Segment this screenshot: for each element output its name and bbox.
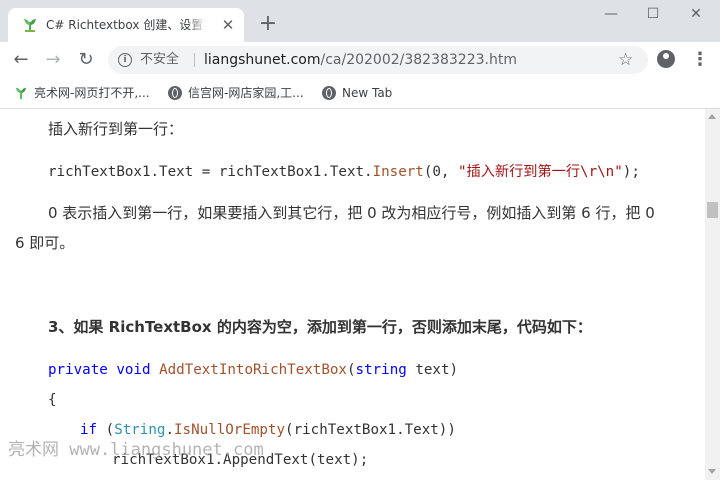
url-path: /ca/202002/382383223.htm	[320, 52, 517, 68]
watermark: 亮术网 www.liangshunet.com	[8, 440, 264, 460]
address-bar[interactable]: 不安全 liangshunet.com/ca/202002/382383223.…	[108, 46, 648, 74]
code-keyword: private	[48, 362, 108, 378]
code-method: Insert	[372, 164, 424, 180]
account-icon[interactable]	[657, 50, 675, 68]
tab-title: C# Richtextbox 创建、设置字体	[46, 17, 206, 33]
bookmark-label: 亮术网-网页打不开,...	[34, 86, 150, 100]
site-favicon-icon	[24, 19, 36, 32]
code-text: );	[622, 164, 640, 180]
maximize-button[interactable]: ☐	[638, 4, 668, 24]
globe-icon	[168, 86, 182, 100]
back-button[interactable]: ←	[9, 48, 33, 72]
scroll-down-icon[interactable]	[708, 469, 716, 474]
url-text[interactable]: liangshunet.com/ca/202002/382383223.htm	[204, 51, 517, 69]
code-line: private void AddTextIntoRichTextBox(stri…	[48, 360, 458, 380]
bookmark-item[interactable]: New Tab	[322, 84, 392, 102]
site-favicon-icon	[15, 87, 27, 100]
scrollbar-thumb[interactable]	[707, 202, 718, 218]
bookmarks-bar: 亮术网-网页打不开,... 信宫网-网店家园,工... New Tab	[0, 78, 720, 109]
url-host: liangshunet.com	[204, 52, 321, 68]
bookmark-item[interactable]: 亮术网-网页打不开,...	[14, 84, 150, 102]
paragraph: 6 即可。	[15, 234, 75, 252]
code-line: {	[48, 392, 57, 408]
bookmark-label: 信宫网-网店家园,工...	[188, 86, 304, 100]
page-content: 插入新行到第一行： richTextBox1.Text = richTextBo…	[0, 109, 705, 480]
info-icon[interactable]	[118, 53, 132, 67]
reload-button[interactable]: ↻	[74, 48, 98, 72]
new-tab-button[interactable]: +	[256, 12, 280, 36]
code-keyword: void	[116, 362, 151, 378]
code-method: AddTextIntoRichTextBox	[159, 362, 347, 378]
bookmark-star-icon[interactable]: ☆	[618, 50, 633, 70]
minimize-button[interactable]: —	[596, 4, 626, 24]
bookmark-label: New Tab	[342, 86, 393, 100]
code-text: richTextBox1.Text = richTextBox1.Text.	[48, 164, 373, 180]
code-text: text)	[406, 362, 459, 378]
close-icon[interactable]: ✕	[220, 17, 236, 33]
browser-tab[interactable]: C# Richtextbox 创建、设置字体 ✕	[8, 8, 244, 42]
security-label[interactable]: 不安全	[140, 52, 179, 68]
code-text: (richTextBox1.Text))	[285, 422, 456, 438]
browser-toolbar: ← → ↻ 不安全 liangshunet.com/ca/202002/3823…	[0, 42, 720, 78]
paragraph: 插入新行到第一行：	[48, 120, 184, 138]
code-line: richTextBox1.Text = richTextBox1.Text.In…	[48, 162, 640, 182]
section-heading: 3、如果 RichTextBox 的内容为空，添加到第一行，否则添加末尾，代码如…	[48, 318, 592, 336]
forward-button[interactable]: →	[41, 48, 65, 72]
code-string: "插入新行到第一行\r\n"	[458, 164, 623, 180]
bookmark-item[interactable]: 信宫网-网店家园,工...	[168, 84, 304, 102]
vertical-scrollbar[interactable]	[705, 109, 720, 480]
tab-strip: C# Richtextbox 创建、设置字体 ✕ + — ☐ ✕	[0, 0, 720, 42]
divider	[194, 53, 195, 67]
code-text: (0,	[423, 164, 459, 180]
scroll-up-icon[interactable]	[708, 114, 716, 119]
globe-icon	[322, 86, 336, 100]
paragraph: 0 表示插入到第一行，如果要插入到其它行，把 0 改为相应行号，例如插入到第 6…	[48, 204, 655, 222]
code-text: (	[346, 362, 356, 378]
menu-button[interactable]: ⋮	[690, 48, 710, 72]
close-window-button[interactable]: ✕	[681, 4, 711, 24]
code-keyword: string	[355, 362, 407, 378]
